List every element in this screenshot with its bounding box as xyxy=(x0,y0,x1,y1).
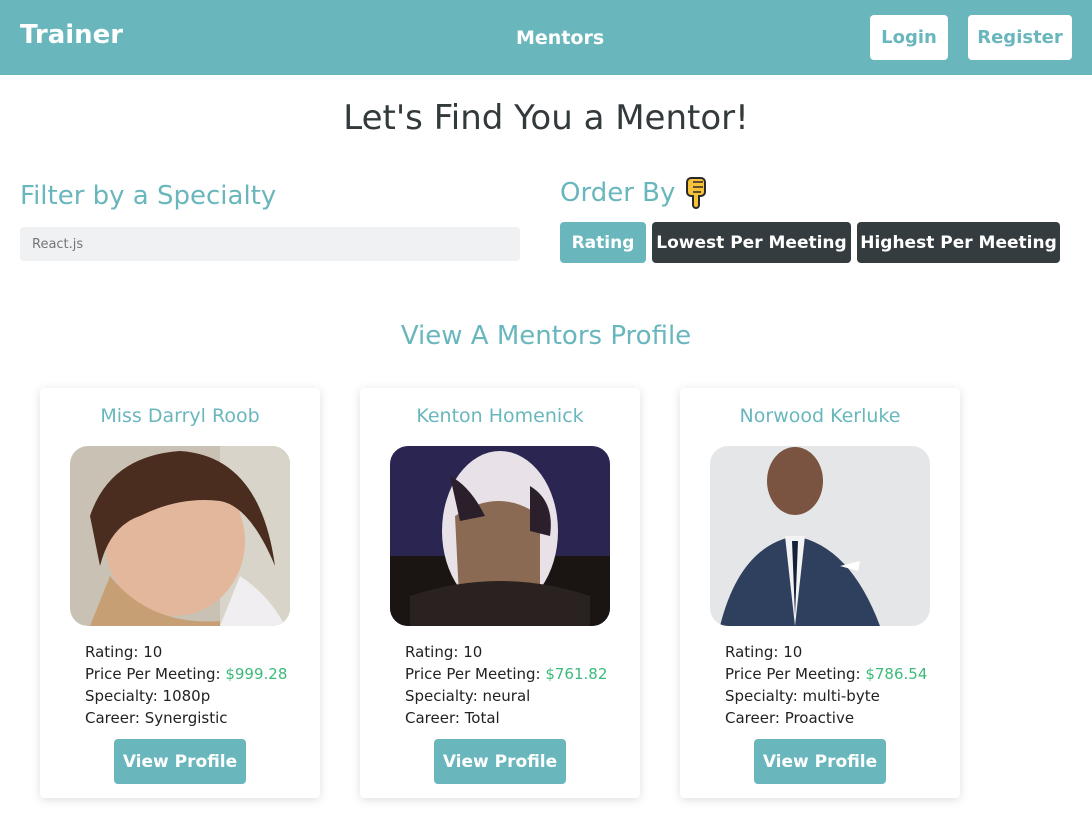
career-value: Proactive xyxy=(784,709,855,727)
order-highest-button[interactable]: Highest Per Meeting xyxy=(857,222,1060,263)
specialty-label: Specialty: xyxy=(405,687,483,705)
mentor-name: Norwood Kerluke xyxy=(739,405,901,427)
mentor-name: Miss Darryl Roob xyxy=(100,405,260,427)
pointing-down-hand-icon xyxy=(683,176,711,210)
mentor-price: Price Per Meeting: $999.28 xyxy=(85,663,287,685)
career-value: Synergistic xyxy=(144,709,228,727)
mentor-specialty: Specialty: multi-byte xyxy=(725,685,927,707)
specialty-value: neural xyxy=(482,687,531,705)
rating-label: Rating: xyxy=(725,643,784,661)
rating-label: Rating: xyxy=(405,643,464,661)
mentor-career: Career: Total xyxy=(405,707,607,729)
rating-value: 10 xyxy=(463,643,483,661)
mentor-info: Rating: 10 Price Per Meeting: $786.54 Sp… xyxy=(725,641,927,729)
mentor-card: Miss Darryl Roob Rating: 10 Price Per Me… xyxy=(40,388,320,798)
specialty-value: multi-byte xyxy=(802,687,880,705)
mentor-photo xyxy=(70,446,290,626)
view-profile-button[interactable]: View Profile xyxy=(754,739,886,784)
career-label: Career: xyxy=(405,709,465,727)
mentor-card: Kenton Homenick Rating: 10 Price Per Mee… xyxy=(360,388,640,798)
price-label: Price Per Meeting: xyxy=(405,665,546,683)
mentor-photo xyxy=(710,446,930,626)
mentor-specialty: Specialty: neural xyxy=(405,685,607,707)
mentor-info: Rating: 10 Price Per Meeting: $761.82 Sp… xyxy=(405,641,607,729)
specialty-value: 1080p xyxy=(162,687,211,705)
mentor-rating: Rating: 10 xyxy=(725,641,927,663)
mentor-photo xyxy=(390,446,610,626)
price-value: $761.82 xyxy=(545,665,608,683)
filter-heading: Filter by a Specialty xyxy=(20,181,277,211)
nav-link-mentors[interactable]: Mentors xyxy=(516,27,604,49)
specialty-filter-input[interactable] xyxy=(20,227,520,261)
mentor-career: Career: Synergistic xyxy=(85,707,287,729)
mentor-rating: Rating: 10 xyxy=(405,641,607,663)
order-heading-label: Order By xyxy=(560,178,676,208)
order-rating-button[interactable]: Rating xyxy=(560,222,646,263)
navbar: Trainer Mentors Login Register xyxy=(0,0,1092,75)
mentor-price: Price Per Meeting: $761.82 xyxy=(405,663,607,685)
section-title: View A Mentors Profile xyxy=(400,321,692,351)
page-title: Let's Find You a Mentor! xyxy=(343,98,749,138)
price-label: Price Per Meeting: xyxy=(85,665,226,683)
rating-value: 10 xyxy=(143,643,163,661)
specialty-label: Specialty: xyxy=(85,687,163,705)
price-value: $999.28 xyxy=(225,665,288,683)
rating-value: 10 xyxy=(783,643,803,661)
mentor-specialty: Specialty: 1080p xyxy=(85,685,287,707)
mentor-rating: Rating: 10 xyxy=(85,641,287,663)
mentor-career: Career: Proactive xyxy=(725,707,927,729)
price-value: $786.54 xyxy=(865,665,928,683)
view-profile-button[interactable]: View Profile xyxy=(114,739,246,784)
register-button[interactable]: Register xyxy=(968,15,1072,60)
order-lowest-button[interactable]: Lowest Per Meeting xyxy=(652,222,851,263)
specialty-label: Specialty: xyxy=(725,687,803,705)
career-label: Career: xyxy=(725,709,785,727)
brand-logo[interactable]: Trainer xyxy=(20,20,123,50)
view-profile-button[interactable]: View Profile xyxy=(434,739,566,784)
career-label: Career: xyxy=(85,709,145,727)
price-label: Price Per Meeting: xyxy=(725,665,866,683)
order-heading: Order By xyxy=(560,176,711,210)
mentor-info: Rating: 10 Price Per Meeting: $999.28 Sp… xyxy=(85,641,287,729)
rating-label: Rating: xyxy=(85,643,144,661)
mentor-name: Kenton Homenick xyxy=(416,405,584,427)
mentor-card: Norwood Kerluke Rating: 10 Price Per Mee… xyxy=(680,388,960,798)
mentor-price: Price Per Meeting: $786.54 xyxy=(725,663,927,685)
login-button[interactable]: Login xyxy=(870,15,948,60)
career-value: Total xyxy=(464,709,500,727)
